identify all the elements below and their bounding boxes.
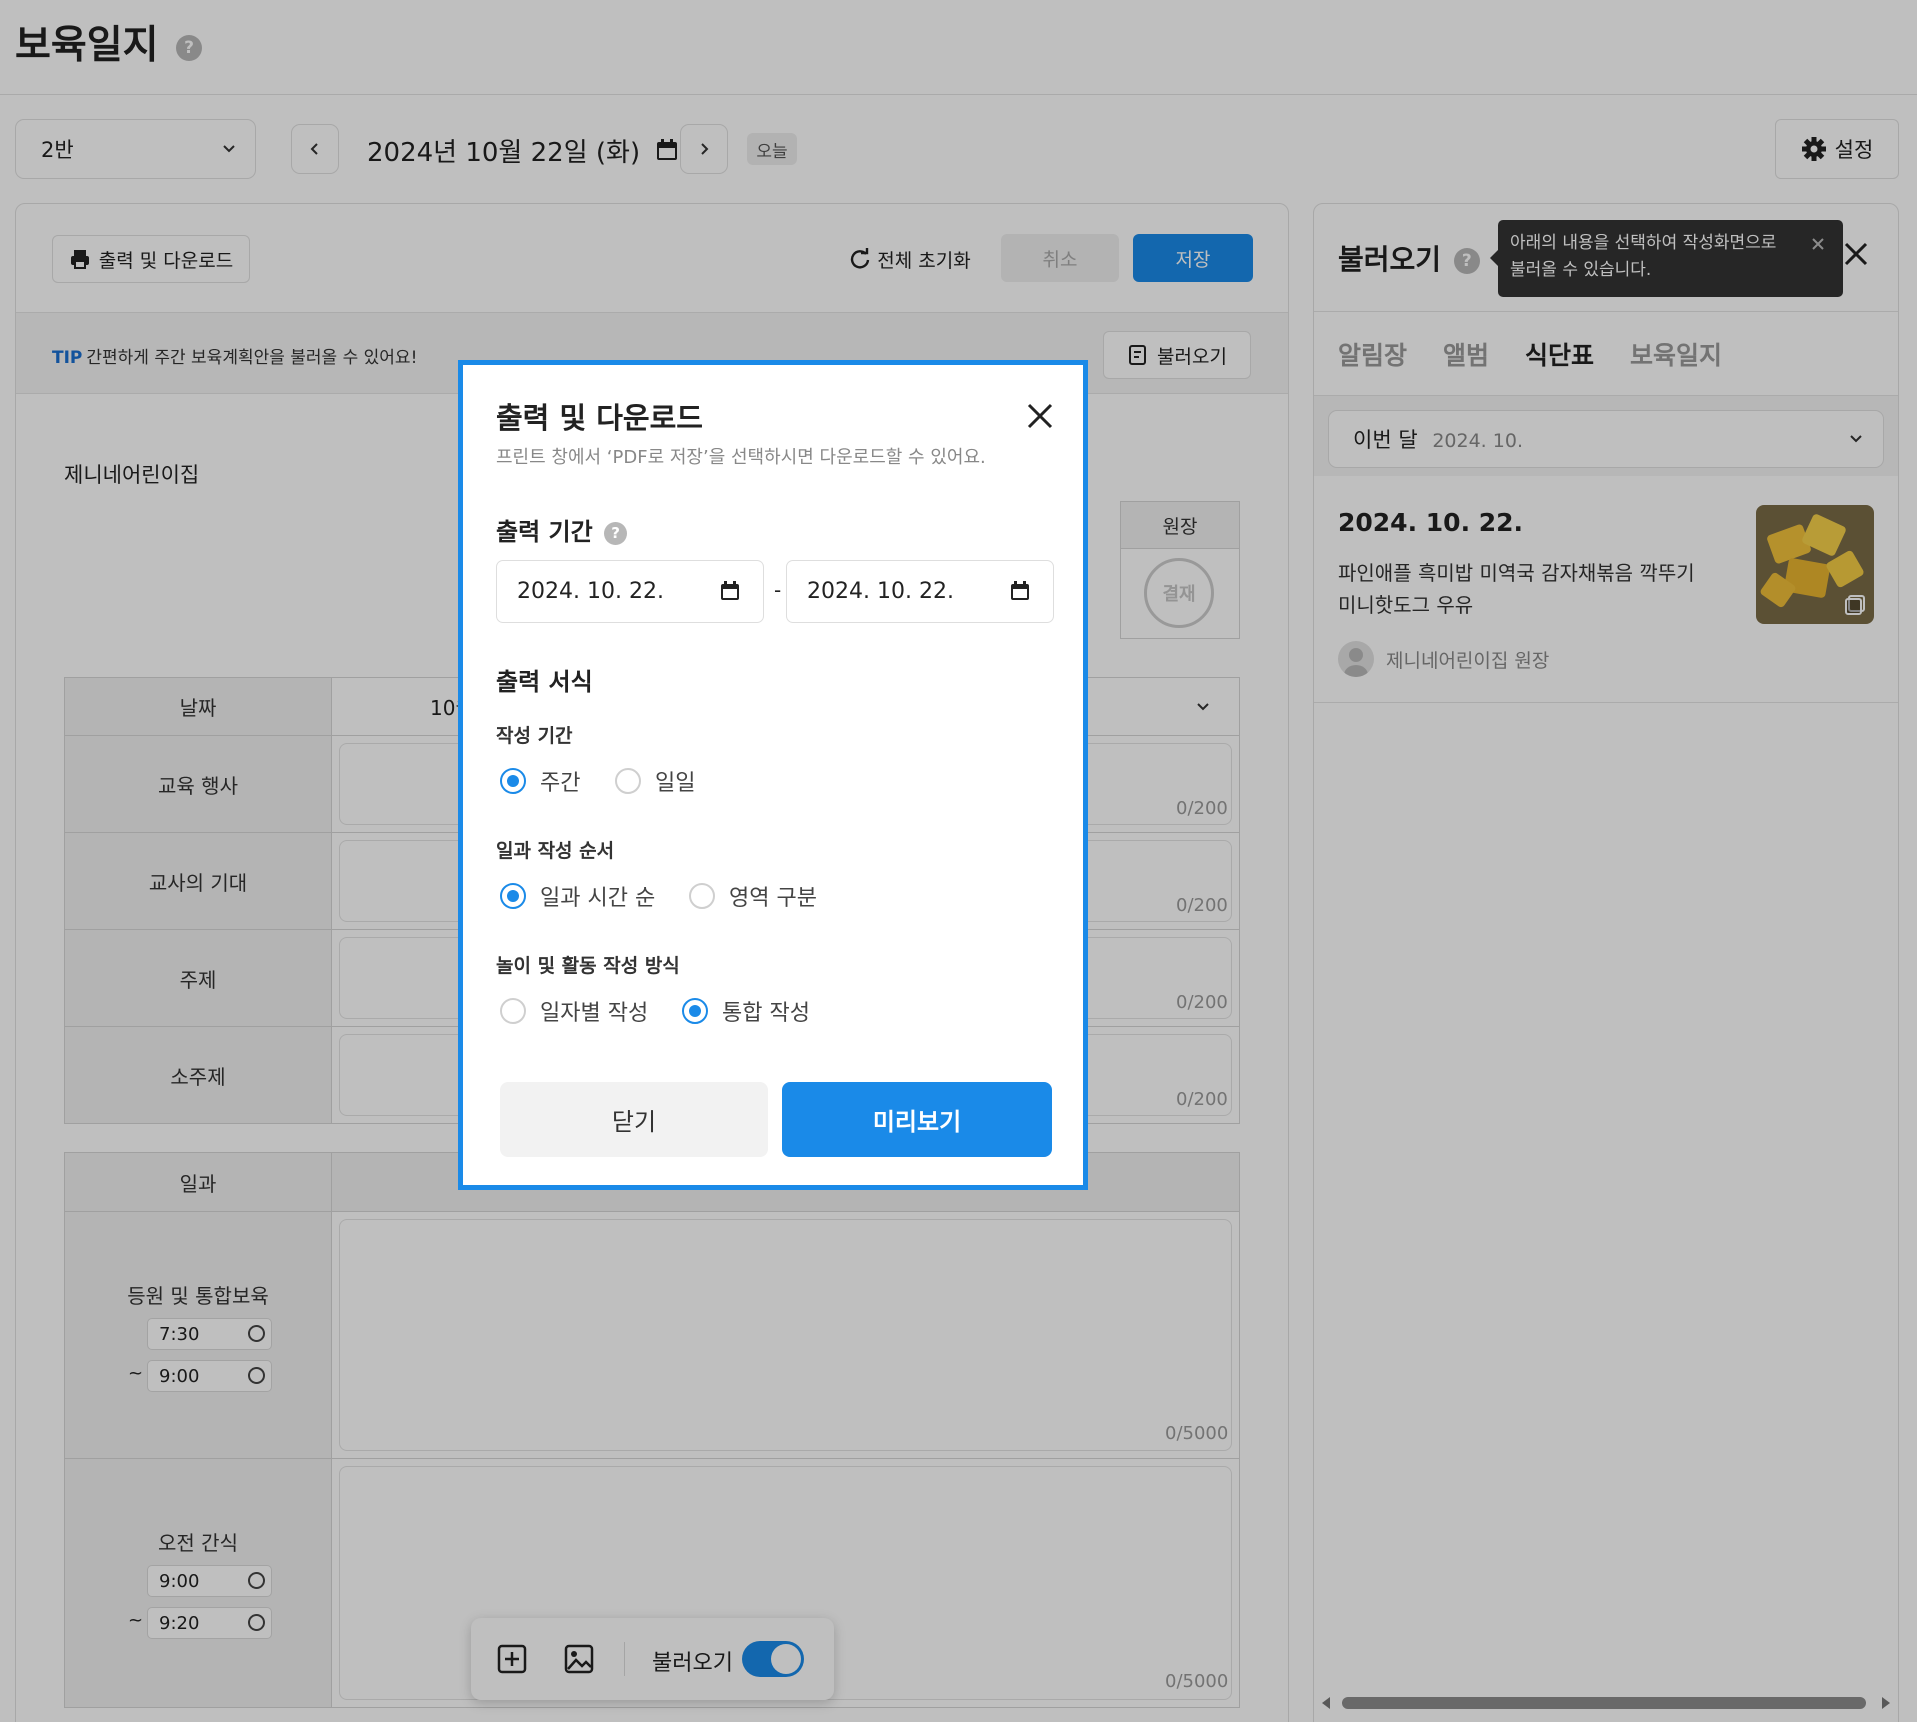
preview-label: 미리보기	[872, 1108, 962, 1136]
preview-button[interactable]: 미리보기	[782, 1082, 1052, 1157]
radio-per-day[interactable]: 일자별 작성	[500, 995, 648, 1027]
radio-time-order-label: 일과 시간 순	[540, 886, 656, 911]
start-date-value: 2024. 10. 22.	[517, 579, 664, 604]
close-icon[interactable]	[1025, 401, 1055, 431]
calendar-icon	[721, 581, 739, 600]
radio-integrated-label: 통합 작성	[722, 1001, 810, 1026]
radio-button	[500, 998, 526, 1024]
writing-period-label: 작성 기간	[496, 725, 573, 747]
end-date-value: 2024. 10. 22.	[807, 579, 954, 604]
radio-button	[500, 768, 526, 794]
radio-button	[689, 883, 715, 909]
print-download-modal: 출력 및 다운로드 프린트 창에서 ‘PDF로 저장’을 선택하시면 다운로드할…	[458, 360, 1088, 1190]
radio-weekly[interactable]: 주간	[500, 765, 580, 797]
date-range-dash: -	[774, 578, 782, 602]
radio-button	[500, 883, 526, 909]
radio-daily-label: 일일	[655, 771, 696, 796]
modal-close-label: 닫기	[611, 1108, 657, 1136]
radio-area-split-label: 영역 구분	[729, 886, 817, 911]
radio-daily[interactable]: 일일	[615, 765, 695, 797]
play-method-label: 놀이 및 활동 작성 방식	[496, 955, 680, 977]
radio-button	[615, 768, 641, 794]
period-section-label: 출력 기간 ?	[496, 512, 628, 547]
period-section-text: 출력 기간	[496, 518, 593, 546]
modal-close-button[interactable]: 닫기	[500, 1082, 768, 1157]
radio-per-day-label: 일자별 작성	[540, 1001, 649, 1026]
modal-title: 출력 및 다운로드	[496, 401, 703, 435]
schedule-order-label: 일과 작성 순서	[496, 840, 615, 862]
calendar-icon	[1011, 581, 1029, 600]
radio-integrated[interactable]: 통합 작성	[682, 995, 810, 1027]
radio-area-split[interactable]: 영역 구분	[689, 880, 817, 912]
format-section-label: 출력 서식	[496, 668, 593, 696]
help-icon[interactable]: ?	[604, 521, 628, 545]
radio-weekly-label: 주간	[540, 771, 581, 796]
radio-time-order[interactable]: 일과 시간 순	[500, 880, 655, 912]
radio-button	[682, 998, 708, 1024]
modal-subtitle: 프린트 창에서 ‘PDF로 저장’을 선택하시면 다운로드할 수 있어요.	[496, 447, 986, 468]
